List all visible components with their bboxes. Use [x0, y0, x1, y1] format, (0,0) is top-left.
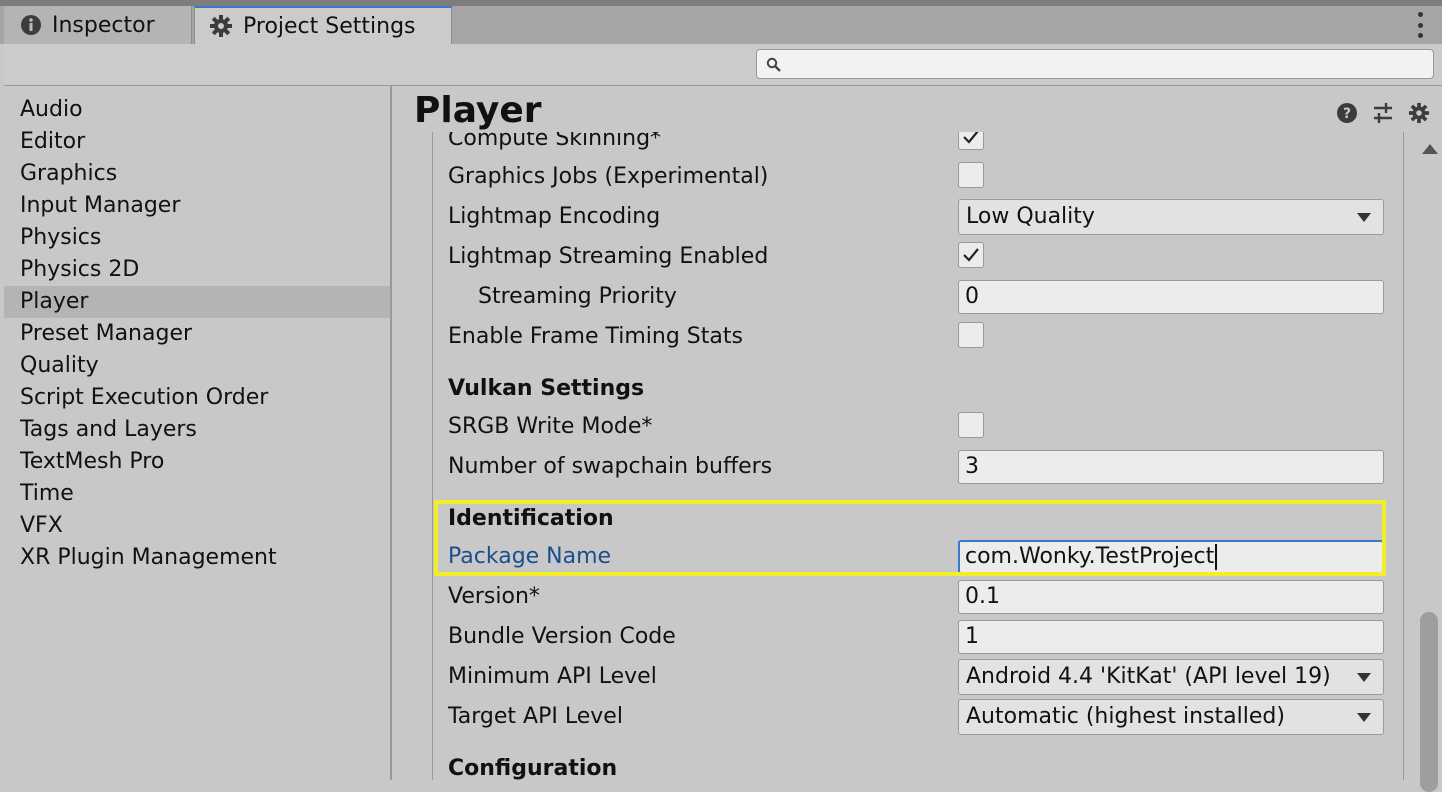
sidebar-item-input-manager[interactable]: Input Manager: [4, 190, 390, 222]
sidebar-item-preset-manager[interactable]: Preset Manager: [4, 318, 390, 350]
package-name-value: com.Wonky.TestProject: [965, 544, 1215, 569]
row-bundle-version: Bundle Version Code 1: [448, 616, 1384, 656]
lightmap-encoding-dropdown[interactable]: Low Quality: [958, 199, 1384, 235]
package-name-label: Package Name: [448, 544, 612, 569]
version-label: Version*: [448, 584, 540, 609]
row-swapchain: Number of swapchain buffers 3: [448, 446, 1384, 486]
row-streaming-priority: Streaming Priority 0: [448, 276, 1384, 316]
tab-bar: Inspector Project Settings: [0, 0, 1442, 44]
checkmark-icon: [963, 248, 979, 262]
sidebar-item-graphics[interactable]: Graphics: [4, 158, 390, 190]
streaming-priority-label: Streaming Priority: [478, 284, 677, 309]
target-api-dropdown[interactable]: Automatic (highest installed): [958, 699, 1384, 735]
row-version: Version* 0.1: [448, 576, 1384, 616]
min-api-label: Minimum API Level: [448, 664, 657, 689]
bundle-version-field[interactable]: 1: [958, 620, 1384, 654]
swapchain-label: Number of swapchain buffers: [448, 454, 773, 479]
graphics-jobs-label: Graphics Jobs (Experimental): [448, 164, 769, 189]
row-graphics-jobs: Graphics Jobs (Experimental): [448, 156, 1384, 196]
sidebar-item-time[interactable]: Time: [4, 478, 390, 510]
srgb-write-checkbox[interactable]: [958, 412, 984, 438]
info-icon: [20, 14, 42, 36]
text-caret: [1215, 544, 1218, 570]
frame-timing-label: Enable Frame Timing Stats: [448, 324, 743, 349]
sidebar-item-audio[interactable]: Audio: [4, 94, 390, 126]
row-frame-timing: Enable Frame Timing Stats: [448, 316, 1384, 356]
svg-text:?: ?: [1343, 106, 1351, 122]
search-icon: [766, 57, 782, 77]
scrollbar-thumb[interactable]: [1420, 612, 1438, 792]
min-api-value: Android 4.4 'KitKat' (API level 19): [966, 664, 1331, 689]
version-field[interactable]: 0.1: [958, 580, 1384, 614]
sidebar: Audio Editor Graphics Input Manager Phys…: [4, 86, 392, 780]
help-icon[interactable]: ?: [1336, 102, 1358, 128]
lightmap-streaming-label: Lightmap Streaming Enabled: [448, 244, 769, 269]
sidebar-item-player[interactable]: Player: [4, 286, 390, 318]
tab-inspector[interactable]: Inspector: [4, 6, 192, 44]
sidebar-item-script-execution-order[interactable]: Script Execution Order: [4, 382, 390, 414]
graphics-jobs-checkbox[interactable]: [958, 162, 984, 188]
row-lightmap-streaming: Lightmap Streaming Enabled: [448, 236, 1384, 276]
sidebar-item-tags-and-layers[interactable]: Tags and Layers: [4, 414, 390, 446]
dropdown-arrow-icon: [1357, 713, 1371, 722]
row-package-name: Package Name com.Wonky.TestProject: [448, 536, 1384, 576]
lightmap-encoding-value: Low Quality: [966, 204, 1095, 229]
row-srgb-write: SRGB Write Mode*: [448, 406, 1384, 446]
srgb-write-label: SRGB Write Mode*: [448, 414, 653, 439]
frame-timing-checkbox[interactable]: [958, 322, 984, 348]
title-bar: [394, 86, 1442, 132]
sidebar-item-vfx[interactable]: VFX: [4, 510, 390, 542]
row-target-api: Target API Level Automatic (highest inst…: [448, 696, 1384, 736]
tab-inspector-label: Inspector: [52, 12, 155, 38]
sidebar-item-xr-plugin-management[interactable]: XR Plugin Management: [4, 542, 390, 574]
scroll-up-arrow-icon[interactable]: [1422, 144, 1438, 154]
section-identification: Identification: [448, 506, 614, 531]
bundle-version-label: Bundle Version Code: [448, 624, 676, 649]
package-name-field[interactable]: com.Wonky.TestProject: [958, 540, 1384, 574]
gear-icon: [209, 14, 233, 38]
title-icons: ?: [1336, 102, 1430, 128]
lightmap-encoding-label: Lightmap Encoding: [448, 204, 661, 229]
lightmap-streaming-checkbox[interactable]: [958, 242, 984, 268]
sidebar-item-quality[interactable]: Quality: [4, 350, 390, 382]
sidebar-item-textmesh-pro[interactable]: TextMesh Pro: [4, 446, 390, 478]
swapchain-field[interactable]: 3: [958, 450, 1384, 484]
target-api-value: Automatic (highest installed): [966, 704, 1285, 729]
search-input[interactable]: [756, 49, 1434, 79]
tab-project-settings-label: Project Settings: [243, 13, 416, 39]
row-min-api: Minimum API Level Android 4.4 'KitKat' (…: [448, 656, 1384, 696]
dropdown-arrow-icon: [1357, 213, 1371, 222]
kebab-menu-icon[interactable]: [1412, 12, 1428, 38]
sliders-icon[interactable]: [1372, 102, 1394, 128]
sidebar-item-physics[interactable]: Physics: [4, 222, 390, 254]
streaming-priority-field[interactable]: 0: [958, 280, 1384, 314]
toolbar: [4, 44, 1442, 86]
vertical-scrollbar[interactable]: [1418, 134, 1440, 792]
section-configuration: Configuration: [448, 756, 618, 780]
row-lightmap-encoding: Lightmap Encoding Low Quality: [448, 196, 1384, 236]
section-vulkan-settings: Vulkan Settings: [448, 376, 645, 401]
min-api-dropdown[interactable]: Android 4.4 'KitKat' (API level 19): [958, 659, 1384, 695]
sidebar-item-physics-2d[interactable]: Physics 2D: [4, 254, 390, 286]
main-panel: Player ? Compute Skinning* Graphics Jobs…: [394, 86, 1442, 780]
dropdown-arrow-icon: [1357, 673, 1371, 682]
sidebar-item-editor[interactable]: Editor: [4, 126, 390, 158]
target-api-label: Target API Level: [448, 704, 623, 729]
settings-gear-icon[interactable]: [1408, 102, 1430, 128]
page-title: Player: [414, 90, 542, 131]
tab-project-settings[interactable]: Project Settings: [194, 6, 452, 44]
